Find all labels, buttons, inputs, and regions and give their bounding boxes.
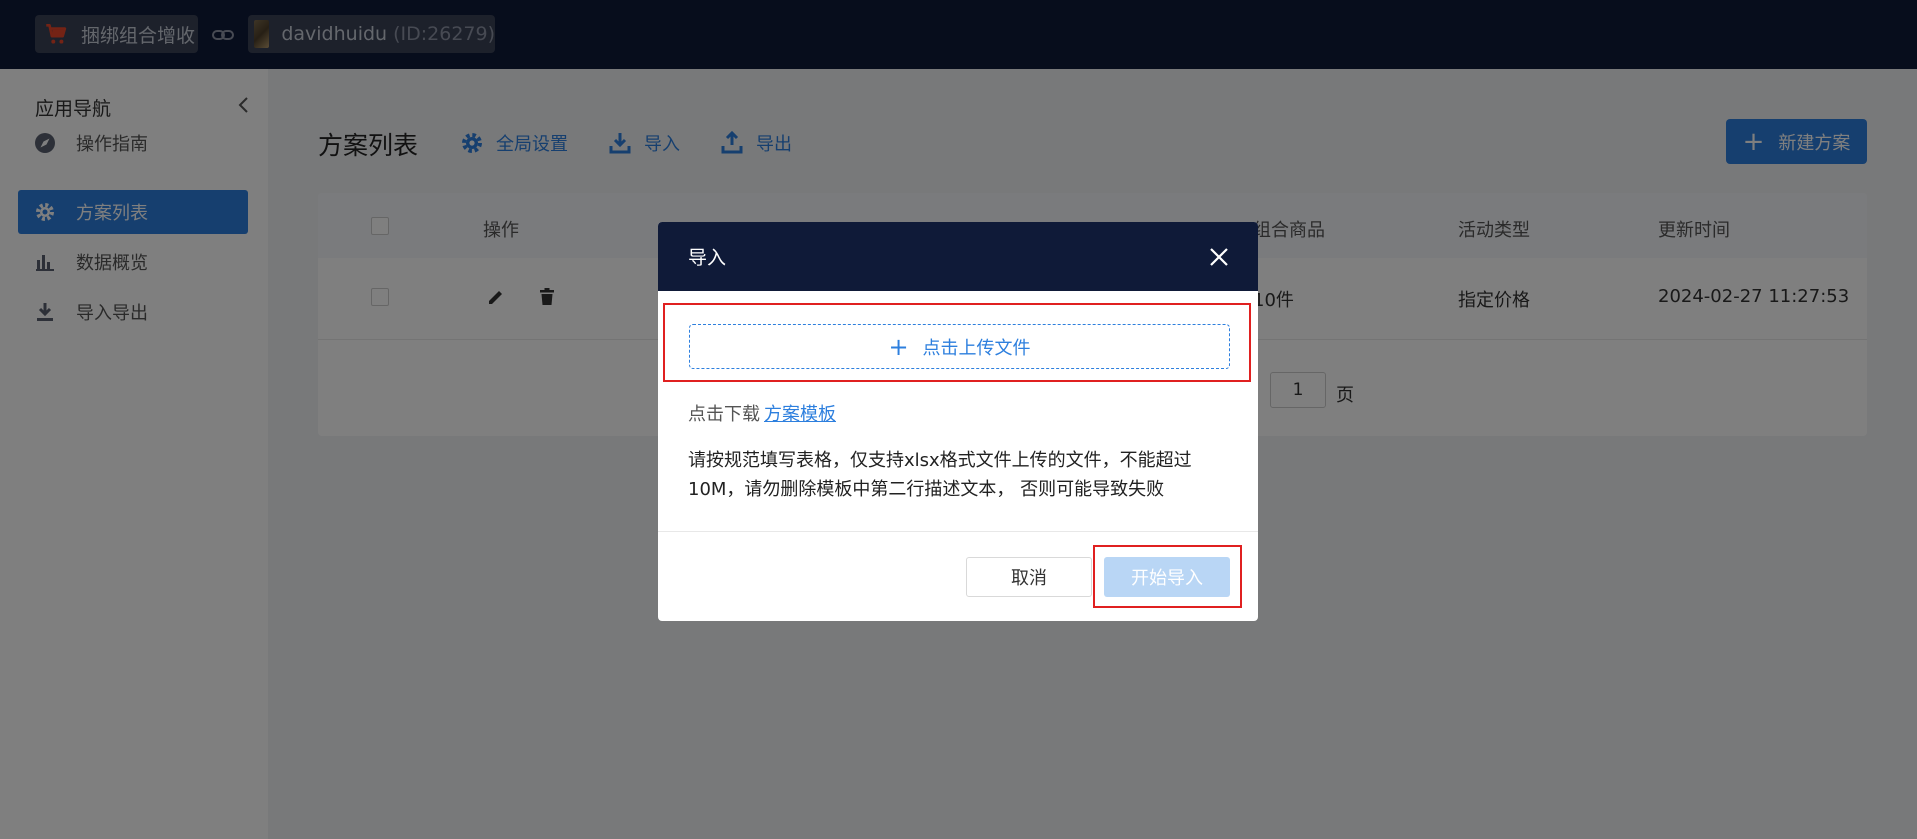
import-instructions: 请按规范填写表格，仅支持xlsx格式文件上传的文件，不能超过10M，请勿删除模板… (688, 450, 1192, 500)
divider (658, 531, 1258, 532)
close-icon[interactable] (1208, 246, 1230, 268)
download-prefix: 点击下载 (688, 404, 760, 425)
plus-icon: + (888, 332, 909, 361)
start-import-button[interactable]: 开始导入 (1104, 557, 1230, 597)
cancel-button[interactable]: 取消 (966, 557, 1092, 597)
upload-label: 点击上传文件 (922, 337, 1031, 359)
start-import-highlight: 开始导入 (1093, 545, 1242, 608)
import-dialog: 导入 + 点击上传文件 点击下载 方案模板 请按规范填写表格，仅支持xlsx格式文… (658, 222, 1258, 621)
template-download-link[interactable]: 方案模板 (764, 404, 836, 425)
dialog-header: 导入 (658, 222, 1258, 291)
dialog-title: 导入 (688, 247, 727, 269)
upload-highlight: + 点击上传文件 (663, 303, 1251, 382)
download-template-line: 点击下载 方案模板 (688, 400, 836, 426)
upload-file-button[interactable]: + 点击上传文件 (689, 324, 1230, 369)
